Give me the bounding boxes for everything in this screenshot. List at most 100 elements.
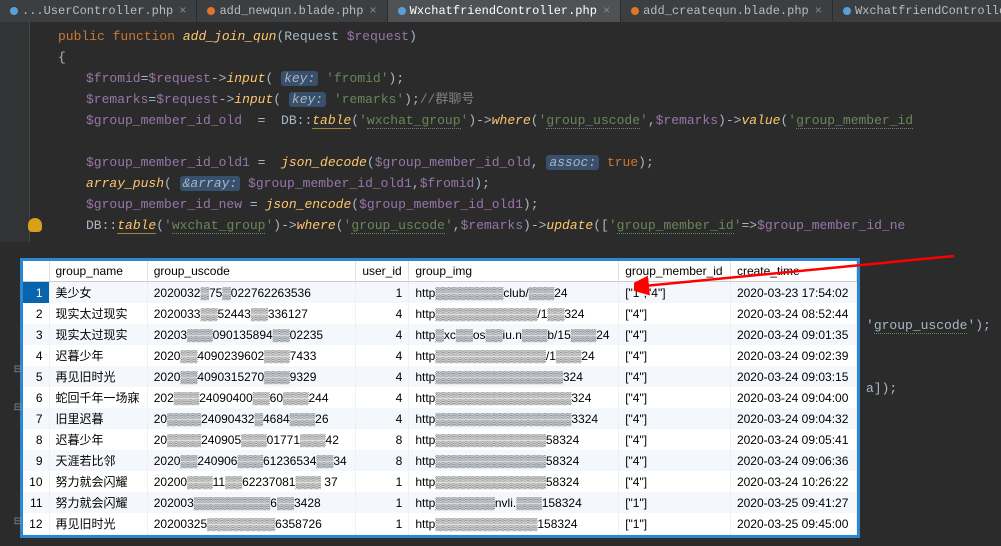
table-cell[interactable]: 2020-03-24 09:04:32 xyxy=(730,408,856,429)
table-cell[interactable]: 20200▒▒▒11▒▒62237081▒▒▒ 37 xyxy=(147,471,356,492)
table-cell[interactable]: 2020-03-24 09:06:36 xyxy=(730,450,856,471)
table-cell[interactable]: 努力就会闪耀 xyxy=(49,492,147,513)
table-cell[interactable]: 2020-03-25 09:41:27 xyxy=(730,492,856,513)
table-cell[interactable]: 4 xyxy=(356,303,409,324)
table-cell[interactable]: ["4"] xyxy=(619,471,731,492)
table-row[interactable]: 5再见旧时光2020▒▒4090315270▒▒▒93294http▒▒▒▒▒▒… xyxy=(23,366,857,387)
table-row[interactable]: 4迟暮少年2020▒▒4090239602▒▒▒74334http▒▒▒▒▒▒▒… xyxy=(23,345,857,366)
table-cell[interactable]: 天涯若比邻 xyxy=(49,450,147,471)
intention-bulb-icon[interactable] xyxy=(28,218,42,232)
table-cell[interactable]: http▒▒▒▒▒▒▒nvli.▒▒▒158324 xyxy=(409,492,619,513)
table-cell[interactable]: ["1"] xyxy=(619,534,731,538)
table-cell[interactable]: 9 xyxy=(23,450,49,471)
table-cell[interactable]: ["4"] xyxy=(619,324,731,345)
table-cell[interactable]: 5 xyxy=(23,366,49,387)
table-cell[interactable]: http▒▒▒▒▒▒▒.nvli▒▒▒▒58324 xyxy=(409,534,619,538)
table-cell[interactable]: 2 xyxy=(23,303,49,324)
table-cell[interactable]: 8 xyxy=(356,429,409,450)
editor-tab[interactable]: WxchatfriendController.php× xyxy=(833,0,1001,22)
close-icon[interactable]: × xyxy=(603,4,610,18)
fold-icon[interactable]: ⊟ xyxy=(12,513,24,532)
table-cell[interactable]: 2020▒▒4090239602▒▒▒7433 xyxy=(147,345,356,366)
table-cell[interactable]: http▒▒▒▒▒▒▒▒club/▒▒▒24 xyxy=(409,282,619,304)
table-cell[interactable]: 1 xyxy=(356,513,409,534)
column-header[interactable]: group_member_id xyxy=(619,261,731,282)
table-cell[interactable]: ["4"] xyxy=(619,345,731,366)
table-cell[interactable]: ["4"] xyxy=(619,429,731,450)
table-cell[interactable]: 4 xyxy=(23,345,49,366)
table-cell[interactable]: 202003▒▒▒▒▒▒▒▒▒6▒▒3428 xyxy=(147,492,356,513)
close-icon[interactable]: × xyxy=(179,4,186,18)
table-cell[interactable]: 20▒▒▒▒24090432▒4684▒▒▒26 xyxy=(147,408,356,429)
table-cell[interactable]: 再见旧时光 xyxy=(49,513,147,534)
table-cell[interactable]: 2020-03-24 09:02:39 xyxy=(730,345,856,366)
table-cell[interactable]: ["4"] xyxy=(619,303,731,324)
column-header[interactable]: user_id xyxy=(356,261,409,282)
table-cell[interactable]: http▒▒▒▒▒▒▒▒▒▒▒▒▒▒▒324 xyxy=(409,366,619,387)
table-cell[interactable]: http▒▒▒▒▒▒▒▒▒▒▒▒▒58324 xyxy=(409,450,619,471)
table-cell[interactable]: 3 xyxy=(23,324,49,345)
table-cell[interactable]: 旧里迟暮 xyxy=(49,534,147,538)
table-cell[interactable]: 8 xyxy=(23,429,49,450)
close-icon[interactable]: × xyxy=(815,4,822,18)
code-editor[interactable]: public function add_join_qun(Request $re… xyxy=(0,22,1001,242)
table-cell[interactable]: 13 xyxy=(23,534,49,538)
table-row[interactable]: 12再见旧时光20200325▒▒▒▒▒▒▒▒63587261http▒▒▒▒▒… xyxy=(23,513,857,534)
table-cell[interactable]: 2020-03-24 09:03:15 xyxy=(730,366,856,387)
table-cell[interactable]: 2020-03-25 10:03:05 xyxy=(730,534,856,538)
table-cell[interactable]: ["4"] xyxy=(619,450,731,471)
editor-tab[interactable]: add_createqun.blade.php× xyxy=(621,0,833,22)
fold-icon[interactable]: ⊟ xyxy=(12,399,24,418)
table-cell[interactable]: 2020-03-24 09:05:41 xyxy=(730,429,856,450)
table-cell[interactable]: 4 xyxy=(356,345,409,366)
table-row[interactable]: 9天涯若比邻2020▒▒240906▒▒▒61236534▒▒348http▒▒… xyxy=(23,450,857,471)
table-row[interactable]: 3现实太过现实20203▒▒▒090135894▒▒022354http▒xc▒… xyxy=(23,324,857,345)
table-cell[interactable]: http▒▒▒▒▒▒▒▒▒▒▒▒▒▒▒▒3324 xyxy=(409,408,619,429)
table-cell[interactable]: http▒▒▒▒▒▒▒▒▒▒▒▒▒58324 xyxy=(409,429,619,450)
table-row[interactable]: 1美少女2020032▒75▒0227622635361http▒▒▒▒▒▒▒▒… xyxy=(23,282,857,304)
table-cell[interactable]: ["1","4"] xyxy=(619,282,731,304)
column-header[interactable] xyxy=(23,261,49,282)
table-cell[interactable]: 10 xyxy=(23,471,49,492)
table-cell[interactable]: 2020▒▒4090315270▒▒▒9329 xyxy=(147,366,356,387)
table-cell[interactable]: 现实太过现实 xyxy=(49,324,147,345)
table-cell[interactable]: 7 xyxy=(23,408,49,429)
table-cell[interactable]: ["4"] xyxy=(619,366,731,387)
table-cell[interactable]: ["4"] xyxy=(619,387,731,408)
table-row[interactable]: 8迟暮少年20▒▒▒▒240905▒▒▒01771▒▒▒428http▒▒▒▒▒… xyxy=(23,429,857,450)
table-cell[interactable]: 202▒▒▒24090400▒▒60▒▒▒244 xyxy=(147,387,356,408)
table-row[interactable]: 7旧里迟暮20▒▒▒▒24090432▒4684▒▒▒264http▒▒▒▒▒▒… xyxy=(23,408,857,429)
table-cell[interactable]: http▒▒▒▒▒▒▒▒▒▒▒▒▒▒▒▒324 xyxy=(409,387,619,408)
table-cell[interactable]: 6 xyxy=(23,387,49,408)
table-cell[interactable]: 2020-03-24 09:01:35 xyxy=(730,324,856,345)
table-cell[interactable]: http▒▒▒▒▒▒▒▒▒▒▒▒▒/1▒▒▒24 xyxy=(409,345,619,366)
table-row[interactable]: 2现实太过现实2020033▒▒52443▒▒3361274http▒▒▒▒▒▒… xyxy=(23,303,857,324)
table-cell[interactable]: 2020032▒75▒022762263536 xyxy=(147,282,356,304)
table-row[interactable]: 6蛇回千年一场寐202▒▒▒24090400▒▒60▒▒▒2444http▒▒▒… xyxy=(23,387,857,408)
column-header[interactable]: group_img xyxy=(409,261,619,282)
table-cell[interactable]: 20200325100305572858553042 xyxy=(147,534,356,538)
table-cell[interactable]: 2020-03-24 08:52:44 xyxy=(730,303,856,324)
table-cell[interactable]: 12 xyxy=(23,513,49,534)
table-row[interactable]: 13旧里迟暮202003251003055728585530421http▒▒▒… xyxy=(23,534,857,538)
column-header[interactable]: group_name xyxy=(49,261,147,282)
table-cell[interactable]: http▒▒▒▒▒▒▒▒▒▒▒▒158324 xyxy=(409,513,619,534)
table-cell[interactable]: http▒xc▒▒os▒▒iu.n▒▒▒b/15▒▒▒24 xyxy=(409,324,619,345)
table-cell[interactable]: ["4"] xyxy=(619,408,731,429)
table-cell[interactable]: 1 xyxy=(356,282,409,304)
table-cell[interactable]: 4 xyxy=(356,366,409,387)
editor-tab[interactable]: add_newqun.blade.php× xyxy=(197,0,387,22)
table-row[interactable]: 10努力就会闪耀20200▒▒▒11▒▒62237081▒▒▒ 371http▒… xyxy=(23,471,857,492)
table-cell[interactable]: 1 xyxy=(356,471,409,492)
table-cell[interactable]: 20▒▒▒▒240905▒▒▒01771▒▒▒42 xyxy=(147,429,356,450)
table-cell[interactable]: ["1"] xyxy=(619,513,731,534)
table-cell[interactable]: 现实太过现实 xyxy=(49,303,147,324)
editor-tab[interactable]: ...UserController.php× xyxy=(0,0,197,22)
column-header[interactable]: create_time xyxy=(730,261,856,282)
table-cell[interactable]: 再见旧时光 xyxy=(49,366,147,387)
close-icon[interactable]: × xyxy=(369,4,376,18)
table-cell[interactable]: 旧里迟暮 xyxy=(49,408,147,429)
table-cell[interactable]: 迟暮少年 xyxy=(49,345,147,366)
fold-icon[interactable]: ⊟ xyxy=(12,361,24,380)
table-cell[interactable]: 1 xyxy=(356,534,409,538)
